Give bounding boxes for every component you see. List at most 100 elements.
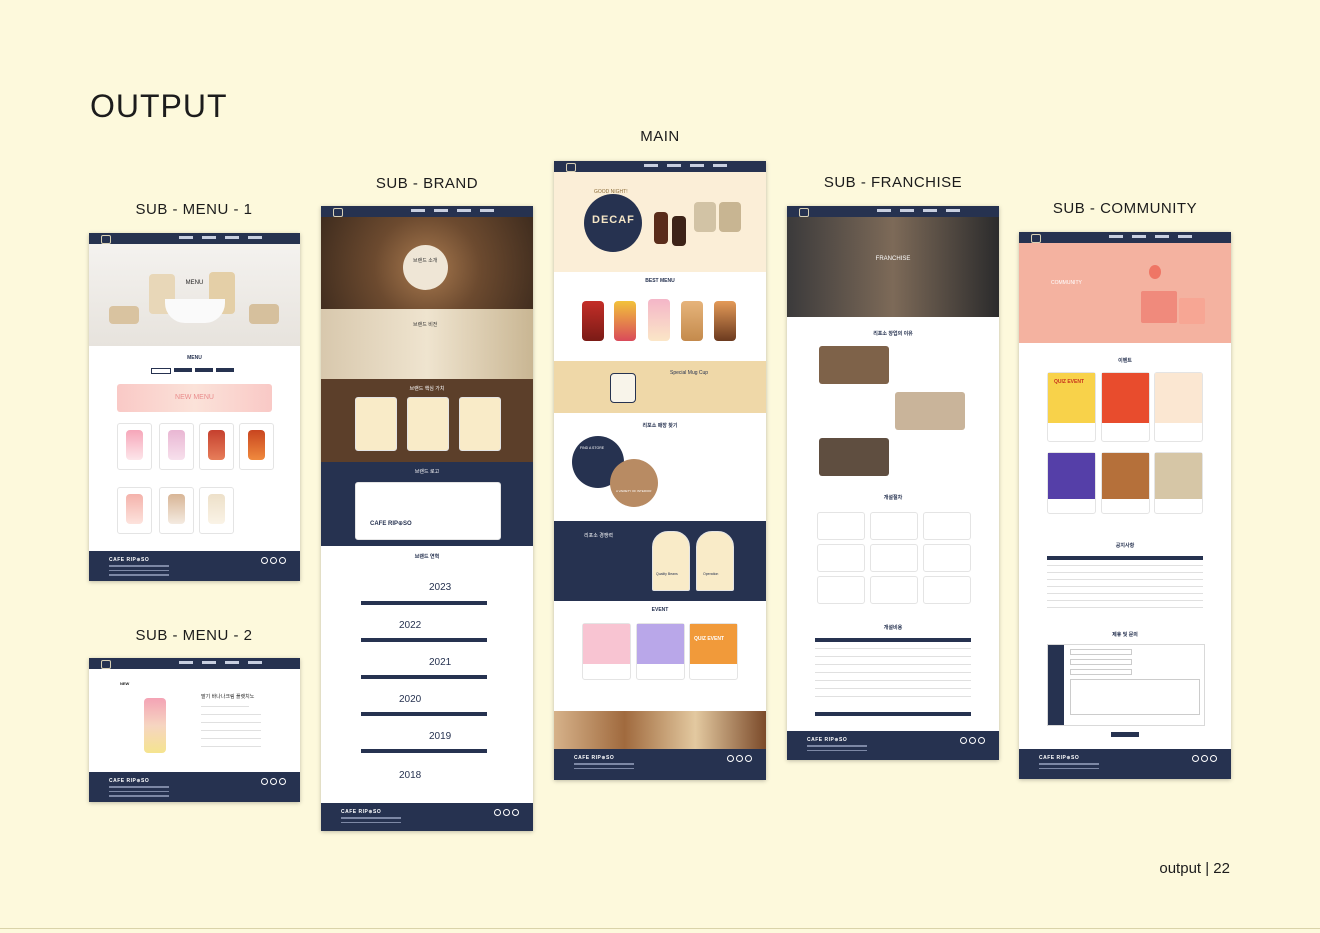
event-card[interactable]: QUIZ EVENT (1047, 372, 1096, 442)
drink-image (672, 216, 686, 246)
social-icon[interactable] (969, 737, 976, 744)
coffee-cup (109, 306, 139, 324)
form-field[interactable] (1070, 649, 1132, 655)
form-textarea[interactable] (1070, 679, 1200, 715)
nav-link (667, 164, 681, 167)
menu-item-card[interactable] (199, 423, 234, 470)
social-icon[interactable] (503, 809, 510, 816)
form-label-column (1048, 645, 1064, 725)
coffee-cup (249, 304, 279, 324)
social-icon[interactable] (270, 778, 277, 785)
drink-image (208, 494, 225, 524)
event-card[interactable] (582, 623, 631, 680)
drink-image (144, 698, 166, 753)
label-sub-menu-1: SUB - MENU - 1 (135, 201, 253, 218)
submit-button[interactable] (1111, 732, 1139, 737)
menu-tab[interactable] (216, 368, 234, 372)
menu-tab[interactable] (174, 368, 192, 372)
event-card[interactable]: QUIZ EVENT (689, 623, 738, 680)
community-hero: COMMUNITY (1019, 243, 1231, 343)
process-step (870, 512, 918, 540)
menu-tab[interactable] (195, 368, 213, 372)
brand-logo-section: 브랜드 로고 CAFE RIP⊕SO (321, 462, 533, 546)
logo-icon (1031, 234, 1041, 243)
menu-tab[interactable] (151, 368, 171, 374)
social-icon[interactable] (727, 755, 734, 762)
strength-card: Quality Beans (652, 531, 690, 591)
site-navbar (321, 206, 533, 217)
value-card (355, 397, 397, 451)
menu-section-title: MENU (187, 355, 202, 361)
social-icon[interactable] (736, 755, 743, 762)
drink-image (654, 212, 668, 244)
menu-item-card[interactable] (117, 423, 152, 470)
screenshot-sub-brand: 브랜드 소개 브랜드 비전 브랜드 핵심 가치 브랜드 로고 CAFE RIP⊕… (321, 206, 533, 831)
form-field[interactable] (1070, 669, 1132, 675)
social-icon[interactable] (1201, 755, 1208, 762)
process-step (923, 512, 971, 540)
page-number: output | 22 (1159, 860, 1230, 877)
event-card[interactable] (1154, 372, 1203, 442)
hero-big-text: DECAF (592, 214, 635, 226)
menu-item-card[interactable] (239, 423, 274, 470)
nav-link (225, 236, 239, 239)
reason-image (895, 392, 965, 430)
menu-item-card[interactable] (159, 487, 194, 534)
brand-vision-title: 브랜드 비전 (413, 322, 438, 328)
social-icon[interactable] (960, 737, 967, 744)
social-icon[interactable] (745, 755, 752, 762)
find-store-label: FIND A STORE (580, 446, 605, 450)
footer-brand: CAFE RIP⊕SO (574, 755, 615, 761)
strength-section: 리포소 경쟁력 Quality Beans Operation (554, 521, 766, 601)
nav-link (179, 661, 193, 664)
label-main: MAIN (640, 128, 680, 145)
social-icon[interactable] (270, 557, 277, 564)
nav-link (644, 164, 658, 167)
social-icons (1192, 755, 1217, 762)
quiz-event-text: QUIZ EVENT (1054, 379, 1085, 385)
best-menu-title: BEST MENU (645, 278, 675, 284)
brand-intro-title: 브랜드 소개 (413, 258, 438, 264)
timeline-bar (361, 712, 487, 716)
nav-link (900, 209, 914, 212)
drink-image (614, 301, 636, 341)
coffee-cup (165, 299, 225, 323)
year-label: 2023 (429, 582, 452, 593)
social-icon[interactable] (261, 557, 268, 564)
drink-image (582, 301, 604, 341)
cost-table-header (815, 638, 971, 642)
notice-title: 공지사항 (1115, 543, 1135, 549)
social-icon[interactable] (279, 778, 286, 785)
event-card[interactable] (1047, 452, 1096, 514)
event-card[interactable] (1154, 452, 1203, 514)
screenshot-sub-franchise: FRANCHISE 리포소 창업의 이유 개설절차 개설비용 CAFE RIP⊕… (787, 206, 999, 760)
banner-text: NEW MENU (175, 394, 214, 401)
mug-title: Special Mug Cup (670, 370, 709, 376)
social-icon[interactable] (978, 737, 985, 744)
menu-item-card[interactable] (159, 423, 194, 470)
event-card[interactable] (636, 623, 685, 680)
interior-label: A VARIETY OF INTERIOR (616, 489, 652, 493)
community-hero-title: COMMUNITY (1051, 280, 1082, 286)
menu-item-card[interactable] (117, 487, 152, 534)
value-card (459, 397, 501, 451)
social-icon[interactable] (1210, 755, 1217, 762)
strength-card: Operation (696, 531, 734, 591)
nav-link (179, 236, 193, 239)
footer-brand: CAFE RIP⊕SO (1039, 755, 1080, 761)
social-icon[interactable] (494, 809, 501, 816)
brand-intro-section: 브랜드 소개 (321, 217, 533, 309)
reason-image (819, 438, 889, 476)
social-icon[interactable] (279, 557, 286, 564)
brand-vision-section: 브랜드 비전 (321, 309, 533, 379)
social-icon[interactable] (512, 809, 519, 816)
event-card[interactable] (1101, 452, 1150, 514)
process-step (817, 576, 865, 604)
mug-image (610, 373, 636, 403)
form-field[interactable] (1070, 659, 1132, 665)
social-icon[interactable] (261, 778, 268, 785)
hero-title: MENU (185, 280, 204, 286)
menu-item-card[interactable] (199, 487, 234, 534)
social-icon[interactable] (1192, 755, 1199, 762)
event-card[interactable] (1101, 372, 1150, 442)
